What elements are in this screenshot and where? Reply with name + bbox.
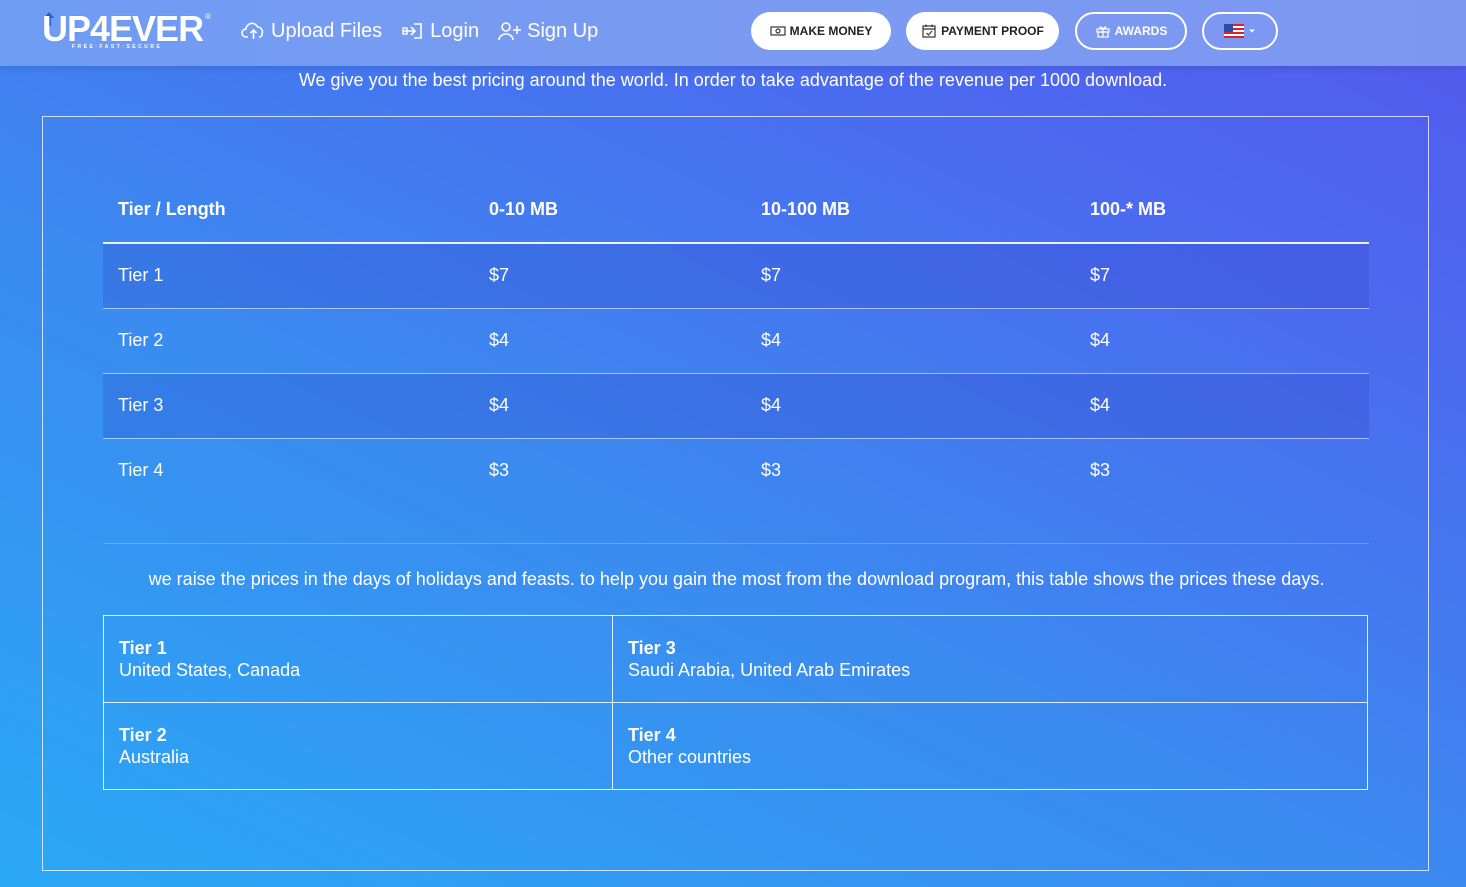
logo-text: UP4EVER [42, 8, 204, 49]
table-row: Tier 1 United States, Canada Tier 3 Saud… [103, 615, 1368, 703]
table-cell: Tier 1 [103, 243, 474, 309]
section-divider [103, 543, 1369, 544]
region-cell-tier-2: Tier 2 Australia [103, 702, 613, 790]
logo-registered-mark: ® [205, 12, 211, 21]
table-cell: $7 [1075, 243, 1369, 309]
pricing-header-10-100mb: 10-100 MB [746, 177, 1075, 244]
gift-icon [1096, 26, 1110, 38]
region-tier-label: Tier 3 [628, 638, 676, 658]
language-dropdown[interactable] [1202, 12, 1278, 50]
chevron-down-icon [1249, 29, 1255, 33]
table-cell: Tier 2 [103, 308, 474, 374]
make-money-label: MAKE MONEY [789, 24, 873, 38]
table-cell: $4 [746, 373, 1075, 439]
region-tier-label: Tier 4 [628, 725, 676, 745]
table-cell: $4 [1075, 373, 1369, 439]
us-flag-icon [1224, 24, 1244, 38]
table-row: Tier 3 $4 $4 $4 [103, 373, 1369, 439]
table-cell: $3 [761, 460, 782, 481]
intro-text: We give you the best pricing around the … [298, 70, 1168, 90]
pricing-header-tier: Tier / Length [103, 177, 474, 244]
calendar-check-icon [922, 24, 936, 38]
nav-login[interactable]: Login [400, 17, 479, 45]
table-cell: $7 [746, 243, 1075, 309]
logo-tagline: FREE·FAST·SECURE [72, 44, 163, 50]
make-money-button[interactable]: MAKE MONEY [751, 12, 891, 50]
nav-sign-up-label: Sign Up [527, 20, 599, 42]
region-cell-tier-3: Tier 3 Saudi Arabia, United Arab Emirate… [612, 615, 1368, 703]
table-cell: Tier 4 [118, 460, 164, 481]
tier-regions-table: Tier 1 United States, Canada Tier 3 Saud… [103, 615, 1368, 790]
region-tier-label: Tier 1 [119, 638, 167, 658]
table-row: Tier 1 $7 $7 $7 [103, 243, 1369, 309]
region-countries: Other countries [628, 747, 752, 767]
nav-links: Upload Files Login Sign Up [241, 17, 598, 45]
payment-proof-label: PAYMENT PROOF [941, 24, 1044, 38]
money-icon [770, 26, 786, 36]
login-icon [402, 23, 422, 39]
user-plus-icon [498, 22, 522, 41]
site-logo[interactable]: UP4EVER ® FREE·FAST·SECURE [42, 10, 212, 54]
awards-button[interactable]: AWARDS [1075, 12, 1187, 50]
table-cell: $4 [474, 373, 746, 439]
awards-label: AWARDS [1114, 24, 1168, 38]
table-row: Tier 2 Australia Tier 4 Other countries [103, 702, 1368, 790]
nav-login-label: Login [430, 20, 480, 42]
holiday-note: we raise the prices in the days of holid… [148, 569, 1325, 589]
table-cell: $4 [1075, 308, 1369, 374]
top-navbar: UP4EVER ® FREE·FAST·SECURE Upload Files … [0, 0, 1466, 66]
table-row: Tier 4 $3 $3 $3 [103, 438, 1369, 503]
table-cell: $4 [474, 308, 746, 374]
pricing-header-0-10mb: 0-10 MB [474, 177, 746, 244]
region-tier-label: Tier 2 [119, 725, 167, 745]
pricing-table: Tier / Length 0-10 MB 10-100 MB 100-* MB… [103, 177, 1369, 503]
cloud-upload-icon [241, 22, 264, 39]
pricing-header-row: Tier / Length 0-10 MB 10-100 MB 100-* MB [103, 177, 1369, 244]
nav-upload-files-label: Upload Files [271, 20, 383, 42]
region-countries: Australia [119, 747, 190, 767]
table-cell: $3 [489, 460, 510, 481]
table-cell: $7 [474, 243, 746, 309]
region-cell-tier-4: Tier 4 Other countries [612, 702, 1368, 790]
table-cell: $4 [746, 308, 1075, 374]
nav-sign-up[interactable]: Sign Up [497, 17, 598, 45]
payment-proof-button[interactable]: PAYMENT PROOF [906, 12, 1059, 50]
table-cell: $3 [1090, 460, 1111, 481]
table-cell: Tier 3 [103, 373, 474, 439]
region-cell-tier-1: Tier 1 United States, Canada [103, 615, 613, 703]
region-countries: Saudi Arabia, United Arab Emirates [628, 660, 911, 680]
table-row: Tier 2 $4 $4 $4 [103, 308, 1369, 374]
nav-upload-files[interactable]: Upload Files [241, 17, 382, 45]
pricing-header-100plus-mb: 100-* MB [1075, 177, 1369, 244]
pricing-card: Tier / Length 0-10 MB 10-100 MB 100-* MB… [42, 116, 1429, 871]
region-countries: United States, Canada [119, 660, 301, 680]
